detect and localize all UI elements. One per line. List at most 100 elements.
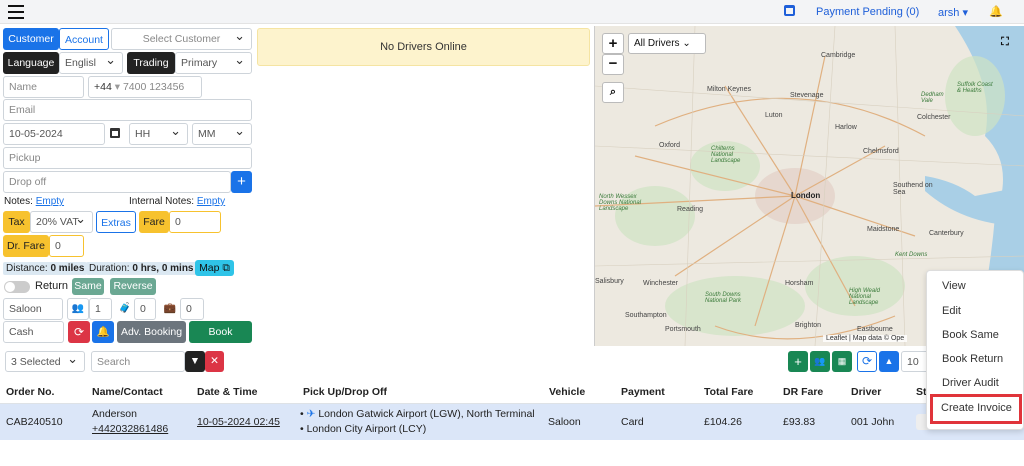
dr-fare-input[interactable]: 0 [49, 235, 84, 257]
language-select[interactable]: Englisl [59, 52, 123, 74]
internal-notes-link[interactable]: Empty [197, 196, 225, 207]
drivers-banner: No Drivers Online [257, 28, 590, 66]
customer-contact[interactable]: +442032861486 [92, 423, 168, 435]
menu-item-book-same[interactable]: Book Same [942, 329, 999, 341]
col-dr-fare[interactable]: DR Fare [783, 386, 823, 398]
hamburger-menu-icon[interactable] [8, 5, 24, 19]
email-input[interactable]: Email [3, 99, 252, 121]
notify-button[interactable]: 🔔 [92, 321, 114, 343]
same-button[interactable]: Same [72, 278, 104, 295]
map-label-portsmouth: Portsmouth [665, 326, 701, 333]
drivers-filter-select[interactable]: All Drivers ⌄ [628, 33, 706, 54]
pickup-item: • ✈ London Gatwick Airport (LGW), North … [300, 408, 535, 420]
map-label-canterbury: Canterbury [929, 230, 964, 237]
map-label-winchester: Winchester [643, 280, 679, 287]
book-button[interactable]: Book [189, 321, 252, 343]
name-input[interactable]: Name [3, 76, 84, 98]
col-driver[interactable]: Driver [851, 386, 881, 398]
create-invoice-highlight [930, 394, 1022, 424]
filter-icon[interactable]: ▼ [185, 351, 205, 372]
add-booking-button[interactable]: + [788, 351, 808, 372]
map-label-oxford: Oxford [659, 142, 681, 149]
zoom-out-button[interactable]: − [602, 54, 624, 75]
total-fare-cell: £104.26 [704, 416, 742, 428]
dr-fare-cell: £93.83 [783, 416, 816, 428]
map-search-icon[interactable]: ⌕ [602, 82, 624, 103]
col-name[interactable]: Name/Contact [92, 386, 163, 398]
phone-country-code[interactable]: +44 [94, 81, 112, 93]
pickup-input[interactable]: Pickup [3, 147, 252, 169]
map-label-reading: Reading [677, 206, 704, 213]
map-button[interactable]: Map ⧉ [195, 260, 234, 276]
menu-item-edit[interactable]: Edit [942, 305, 961, 317]
menu-item-book-return[interactable]: Book Return [942, 353, 1003, 365]
map-label-chelmsford: Chelmsford [863, 148, 899, 155]
tab-customer[interactable]: Customer [3, 28, 59, 50]
luggage-input[interactable]: 0 [180, 298, 204, 320]
col-vehicle[interactable]: Vehicle [549, 386, 585, 398]
duration-badge: Duration: 0 hrs, 0 mins [86, 262, 197, 275]
bell-icon[interactable]: 🔔 [989, 5, 1003, 18]
clear-filter-button[interactable]: ✕ [205, 351, 224, 372]
table-row[interactable]: CAB240510 Anderson +442032861486 10-05-2… [0, 404, 1024, 440]
tax-select[interactable]: 20% VAT [30, 211, 93, 233]
col-pickup[interactable]: Pick Up/Drop Off [303, 386, 387, 398]
bags-input[interactable]: 0 [134, 298, 156, 320]
col-datetime[interactable]: Date & Time [197, 386, 258, 398]
adv-booking-button[interactable]: Adv. Booking [117, 321, 186, 343]
map-label-eastbourne: Eastbourne [857, 326, 893, 333]
extras-button[interactable]: Extras [96, 211, 136, 233]
payment-pending-link[interactable]: Payment Pending (0) [816, 6, 919, 18]
map-label-southend: Southend on Sea [893, 182, 933, 196]
order-number: CAB240510 [6, 416, 63, 428]
refresh-button[interactable]: ⟳ [68, 321, 90, 343]
passengers-input[interactable]: 1 [89, 298, 112, 320]
col-status[interactable]: St [916, 386, 927, 398]
map-label-north-wessex-downs: North Wessex Downs National Landscape [599, 194, 642, 212]
return-label: Return [35, 280, 69, 292]
menu-item-view[interactable]: View [942, 280, 966, 292]
menu-item-driver-audit[interactable]: Driver Audit [942, 377, 999, 389]
vehicle-input[interactable]: Saloon [3, 298, 63, 320]
phone-input[interactable]: +44 ▾ 7400 123456 [88, 76, 202, 98]
hour-select[interactable]: HH [129, 123, 188, 145]
map-label-salisbury: Salisbury [595, 278, 624, 285]
table-search-input[interactable]: Search [91, 351, 185, 372]
col-payment[interactable]: Payment [621, 386, 665, 398]
map-label-kent-downs: Kent Downs [895, 252, 928, 258]
col-total-fare[interactable]: Total Fare [704, 386, 753, 398]
fare-input[interactable]: 0 [169, 211, 221, 233]
zoom-in-button[interactable]: + [602, 33, 624, 54]
minute-select[interactable]: MM [192, 123, 252, 145]
trading-select[interactable]: Primary [175, 52, 252, 74]
select-customer[interactable]: Select Customer [111, 28, 252, 50]
selected-count-select[interactable]: 3 Selected [5, 351, 85, 372]
reverse-button[interactable]: Reverse [110, 278, 156, 295]
map-attribution-text[interactable]: Leaflet | Map data © Ope [826, 335, 904, 342]
refresh-table-button[interactable]: ⟳ [857, 351, 877, 372]
notes-link[interactable]: Empty [36, 196, 64, 207]
fullscreen-icon[interactable]: ⛶ [995, 33, 1015, 53]
payment-input[interactable]: Cash [3, 321, 64, 343]
calendar-icon[interactable] [784, 5, 795, 16]
table-header: Order No. Name/Contact Date & Time Pick … [0, 380, 1024, 404]
calendar-icon[interactable] [110, 128, 120, 138]
luggage-icon: 💼 [163, 303, 177, 314]
map-view-button[interactable]: ▦ [832, 351, 852, 372]
map-label-luton: Luton [765, 112, 783, 119]
plane-icon: ✈ [306, 408, 316, 420]
return-toggle[interactable] [4, 281, 30, 293]
map-label-stevenage: Stevenage [790, 92, 824, 99]
add-via-button[interactable]: + [231, 171, 252, 193]
tab-account[interactable]: Account [59, 28, 109, 50]
booking-datetime[interactable]: 10-05-2024 02:45 [197, 416, 280, 428]
date-input[interactable]: 10-05-2024 [3, 123, 105, 145]
customers-button[interactable]: 👥 [810, 351, 830, 372]
trading-label: Trading [127, 52, 175, 74]
dropoff-input[interactable]: Drop off [3, 171, 231, 193]
collapse-button[interactable]: ▲ [879, 351, 899, 372]
col-order[interactable]: Order No. [6, 386, 54, 398]
map-label-cambridge: Cambridge [821, 52, 856, 59]
passengers-icon: 👥 [67, 298, 89, 320]
user-menu[interactable]: arsh ▾ [938, 6, 968, 19]
